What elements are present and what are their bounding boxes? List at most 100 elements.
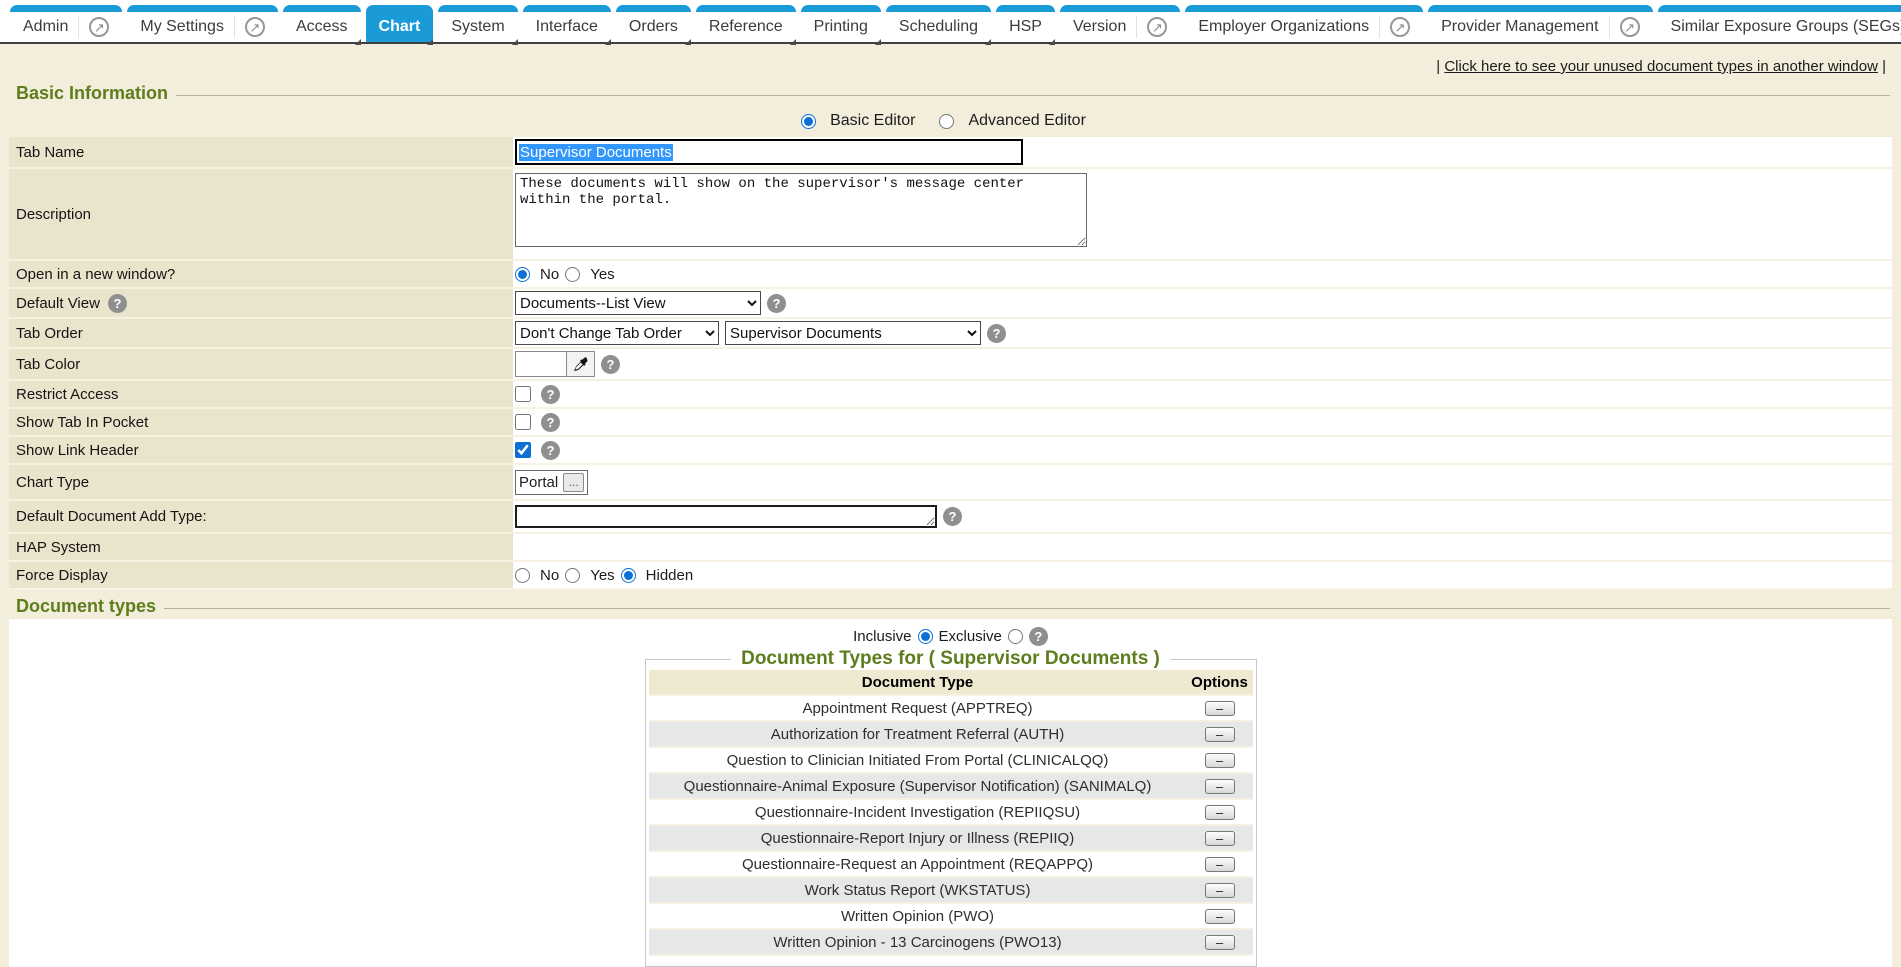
tab-color-picker [515,351,595,377]
tab-admin[interactable]: Admin ↗ [10,5,122,42]
tab-employer-organizations[interactable]: Employer Organizations ↗ [1185,5,1423,42]
eyedropper-button[interactable] [567,352,594,376]
remove-doc-type-button[interactable]: – [1205,909,1235,924]
tab-label: Orders [629,18,678,36]
help-icon[interactable]: ? [1029,627,1048,646]
tab-version[interactable]: Version ↗ [1060,5,1180,42]
document-types-table-title: Document Types for ( Supervisor Document… [731,648,1170,670]
doc-type-name: Authorization for Treatment Referral (AU… [649,721,1187,747]
help-icon[interactable]: ? [541,441,560,460]
remove-doc-type-button[interactable]: – [1205,857,1235,872]
open-new-window-yes-radio[interactable] [565,267,580,282]
force-display-hidden-label[interactable]: Hidden [646,567,694,584]
document-types-table: Document Type Options Appointment Reques… [649,670,1253,956]
form-row-default-view: Default View ? Documents--List View ? [9,289,1892,319]
unused-doc-types-link[interactable]: Click here to see your unused document t… [1444,58,1878,75]
doc-type-name: Questionnaire-Report Injury or Illness (… [649,825,1187,851]
inclusive-label[interactable]: Inclusive [853,628,911,645]
default-doc-add-type-label: Default Document Add Type: [9,501,513,532]
form-row-chart-type: Chart Type Portal ... [9,465,1892,501]
help-icon[interactable]: ? [767,294,786,313]
unused-doc-types-row: | Click here to see your unused document… [9,44,1892,77]
remove-doc-type-button[interactable]: – [1205,753,1235,768]
chart-type-control: Portal ... [515,470,588,495]
tab-label: HSP [1009,18,1042,36]
exclusive-radio[interactable] [1008,629,1023,644]
restrict-access-checkbox[interactable] [515,386,531,402]
remove-doc-type-button[interactable]: – [1205,935,1235,950]
tab-label: Printing [814,18,868,36]
doc-type-row: Work Status Report (WKSTATUS) – [649,877,1253,903]
force-display-yes-label[interactable]: Yes [590,567,614,584]
force-display-yes-radio[interactable] [565,568,580,583]
tab-system[interactable]: System [438,5,517,42]
open-in-new-window-icon[interactable]: ↗ [245,17,265,37]
force-display-hidden-radio[interactable] [621,568,636,583]
open-in-new-window-icon[interactable]: ↗ [1390,17,1410,37]
remove-doc-type-button[interactable]: – [1205,779,1235,794]
remove-doc-type-button[interactable]: – [1205,831,1235,846]
show-link-header-checkbox[interactable] [515,442,531,458]
tab-access[interactable]: Access [283,5,361,42]
doc-type-name: Questionnaire-Incident Investigation (RE… [649,799,1187,825]
tab-chart[interactable]: Chart [366,5,434,42]
document-types-header: Document types [9,590,1892,619]
open-new-window-no-label[interactable]: No [540,266,559,283]
tab-interface[interactable]: Interface [523,5,611,42]
open-in-new-window-icon[interactable]: ↗ [1147,17,1167,37]
tab-printing[interactable]: Printing [801,5,881,42]
default-doc-add-type-input[interactable] [515,505,937,528]
advanced-editor-label[interactable]: Advanced Editor [968,112,1085,130]
open-in-new-window-icon[interactable]: ↗ [1620,17,1640,37]
tab-reference[interactable]: Reference [696,5,796,42]
tab-order-position-select[interactable]: Supervisor Documents [725,321,981,345]
tab-provider-management[interactable]: Provider Management ↗ [1428,5,1652,42]
inclusive-radio[interactable] [918,629,933,644]
open-in-new-window-icon[interactable]: ↗ [89,17,109,37]
open-new-window-no-radio[interactable] [515,267,530,282]
force-display-no-radio[interactable] [515,568,530,583]
advanced-editor-radio[interactable] [939,114,954,129]
tab-scheduling[interactable]: Scheduling [886,5,991,42]
doc-type-row: Appointment Request (APPTREQ) – [649,695,1253,721]
inclusive-exclusive-toggle: Inclusive Exclusive ? [9,625,1892,646]
description-textarea[interactable] [515,173,1087,247]
remove-doc-type-button[interactable]: – [1205,883,1235,898]
pipe-right: | [1878,58,1886,75]
tab-my-settings[interactable]: My Settings ↗ [127,5,278,42]
help-icon[interactable]: ? [108,294,127,313]
tab-order-mode-select[interactable]: Don't Change Tab Order [515,321,719,345]
help-icon[interactable]: ? [943,507,962,526]
default-view-select[interactable]: Documents--List View [515,291,761,315]
exclusive-label[interactable]: Exclusive [939,628,1002,645]
form-row-tab-order: Tab Order Don't Change Tab Order Supervi… [9,319,1892,349]
tab-color-input[interactable] [516,352,567,376]
doc-type-name: Written Opinion (PWO) [649,903,1187,929]
form-row-show-tab-in-pocket: Show Tab In Pocket ? [9,409,1892,437]
tab-orders[interactable]: Orders [616,5,691,42]
chart-type-browse-button[interactable]: ... [563,473,584,492]
document-types-title: Document types [16,596,156,617]
help-icon[interactable]: ? [987,324,1006,343]
show-tab-in-pocket-checkbox[interactable] [515,414,531,430]
force-display-label: Force Display [9,562,513,588]
basic-editor-label[interactable]: Basic Editor [830,112,915,130]
help-icon[interactable]: ? [541,413,560,432]
remove-doc-type-button[interactable]: – [1205,727,1235,742]
help-icon[interactable]: ? [541,385,560,404]
form-row-default-doc-add-type: Default Document Add Type: ? [9,501,1892,534]
basic-editor-radio[interactable] [801,114,816,129]
basic-info-form: Tab Name Supervisor Documents Descriptio… [9,137,1892,590]
remove-doc-type-button[interactable]: – [1205,805,1235,820]
help-icon[interactable]: ? [601,355,620,374]
form-row-hap-system: HAP System [9,534,1892,562]
col-options: Options [1187,670,1253,695]
force-display-no-label[interactable]: No [540,567,559,584]
open-new-window-yes-label[interactable]: Yes [590,266,614,283]
tab-hsp[interactable]: HSP [996,5,1055,42]
tab-name-input[interactable]: Supervisor Documents [515,139,1023,165]
tab-similar-exposure-groups-segs[interactable]: Similar Exposure Groups (SEGs) ↗ [1658,5,1901,42]
tab-label: Admin [23,18,68,36]
remove-doc-type-button[interactable]: – [1205,701,1235,716]
form-row-description: Description [9,169,1892,261]
